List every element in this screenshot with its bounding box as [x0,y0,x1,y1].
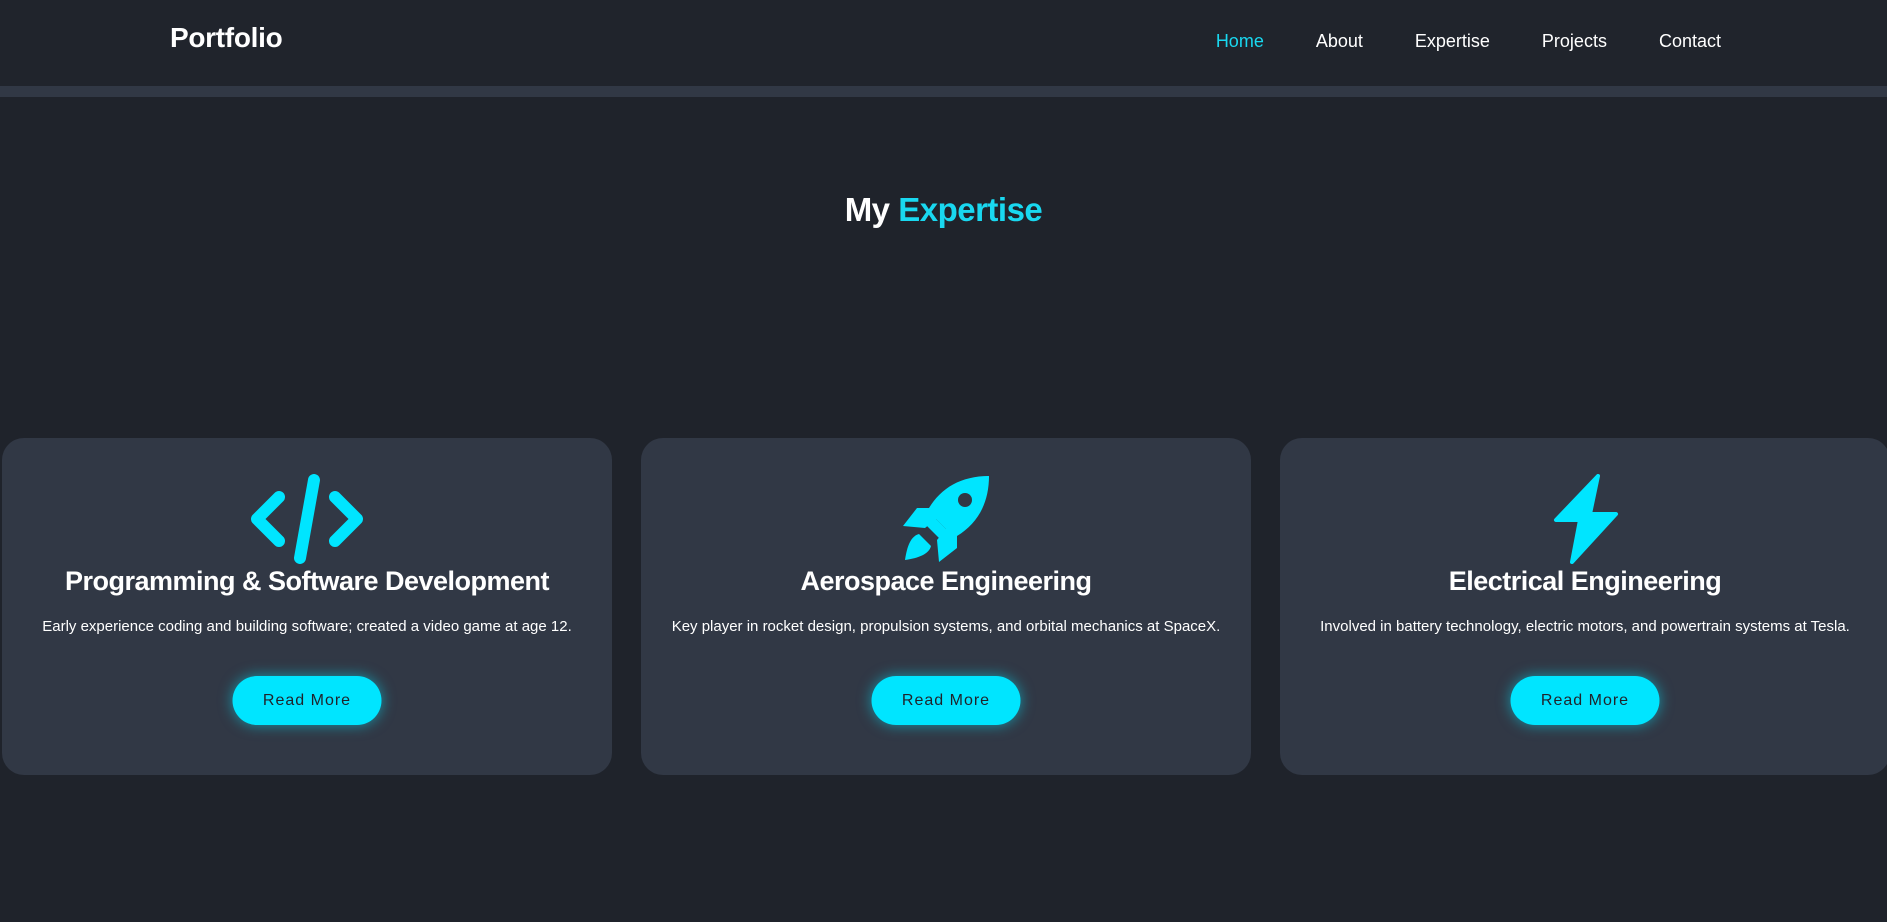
expertise-cards: Programming & Software Development Early… [2,438,1887,775]
navbar: Portfolio Home About Expertise Projects … [0,0,1887,97]
expertise-card-aerospace: Aerospace Engineering Key player in rock… [641,438,1251,775]
section-title-prefix: My [844,191,890,229]
read-more-button[interactable]: Read More [871,676,1021,725]
brand-logo[interactable]: Portfolio [170,22,283,54]
read-more-button[interactable]: Read More [1510,676,1660,725]
section-title-accent: Expertise [898,191,1043,229]
card-title: Aerospace Engineering [800,566,1092,596]
nav-link-projects[interactable]: Projects [1542,31,1607,52]
rocket-icon [886,474,1006,564]
nav-links: Home About Expertise Projects Contact [1216,31,1721,52]
card-title: Programming & Software Development [64,566,550,596]
nav-link-home[interactable]: Home [1216,31,1264,52]
card-description: Key player in rocket design, propulsion … [671,618,1221,635]
card-description: Involved in battery technology, electric… [1320,618,1850,635]
expertise-card-programming: Programming & Software Development Early… [2,438,612,775]
nav-link-about[interactable]: About [1316,31,1363,52]
nav-link-expertise[interactable]: Expertise [1415,31,1490,52]
card-description: Early experience coding and building sof… [42,618,572,635]
lightning-icon [1525,474,1645,564]
nav-link-contact[interactable]: Contact [1659,31,1721,52]
read-more-button[interactable]: Read More [232,676,382,725]
card-title: Electrical Engineering [1448,566,1722,596]
section-title: My Expertise [0,191,1887,229]
expertise-card-electrical: Electrical Engineering Involved in batte… [1280,438,1887,775]
code-icon [247,474,367,564]
